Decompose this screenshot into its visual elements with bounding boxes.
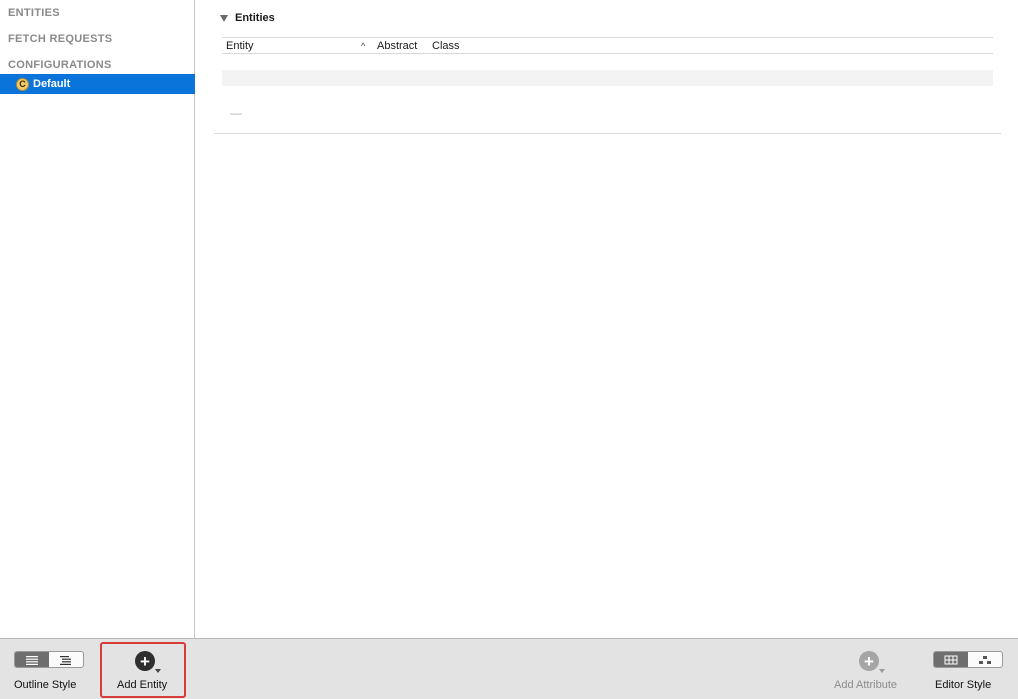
- flat-list-style-button[interactable]: [15, 652, 49, 667]
- add-entity-button[interactable]: +: [135, 651, 161, 673]
- table-row[interactable]: [222, 70, 993, 86]
- add-attribute-button[interactable]: +: [859, 651, 885, 673]
- section-divider: [214, 133, 1001, 134]
- column-header-class[interactable]: Class: [432, 40, 460, 52]
- graph-style-button[interactable]: [968, 652, 1002, 667]
- column-header-abstract[interactable]: Abstract: [377, 40, 417, 52]
- sidebar: ENTITIES FETCH REQUESTS CONFIGURATIONS C…: [0, 0, 195, 638]
- configuration-icon: C: [16, 77, 29, 91]
- dropdown-arrow-icon: [879, 669, 885, 673]
- plus-icon: +: [864, 651, 874, 671]
- sidebar-item-label: Default: [33, 78, 71, 90]
- plus-icon: +: [140, 651, 150, 671]
- column-header-entity[interactable]: Entity: [226, 40, 254, 52]
- sidebar-item-default-configuration[interactable]: C Default: [0, 74, 195, 94]
- hierarchy-list-icon: [60, 655, 71, 665]
- sidebar-section-entities[interactable]: ENTITIES: [8, 7, 60, 19]
- table-style-button[interactable]: [934, 652, 968, 667]
- entities-editor: Entities Entity ^ Abstract Class —: [196, 0, 1018, 638]
- table-row[interactable]: [222, 54, 993, 70]
- flat-list-icon: [26, 655, 38, 665]
- table-header-row: Entity ^ Abstract Class: [222, 37, 993, 54]
- sidebar-section-fetch-requests[interactable]: FETCH REQUESTS: [8, 33, 112, 45]
- disclosure-triangle-icon[interactable]: [220, 14, 228, 22]
- editor-style-label: Editor Style: [935, 679, 992, 691]
- dropdown-arrow-icon: [155, 669, 161, 673]
- entities-section-header[interactable]: Entities: [220, 12, 275, 24]
- outline-style-label: Outline Style: [14, 679, 77, 691]
- add-entity-label: Add Entity: [117, 679, 168, 691]
- hierarchical-list-style-button[interactable]: [49, 652, 83, 667]
- table-grid-icon: [944, 655, 958, 664]
- entities-table: Entity ^ Abstract Class: [222, 37, 993, 86]
- graph-diagram-icon: [979, 655, 991, 664]
- remove-entity-button[interactable]: —: [230, 106, 242, 120]
- sidebar-section-configurations[interactable]: CONFIGURATIONS: [8, 59, 112, 71]
- editor-style-segmented-control[interactable]: [933, 651, 1003, 668]
- sort-ascending-icon: ^: [361, 40, 366, 51]
- add-attribute-label: Add Attribute: [834, 679, 897, 691]
- outline-style-segmented-control[interactable]: [14, 651, 84, 668]
- bottom-toolbar: Outline Style + Add Entity + Add Attribu…: [0, 638, 1018, 699]
- entities-section-title: Entities: [235, 12, 275, 24]
